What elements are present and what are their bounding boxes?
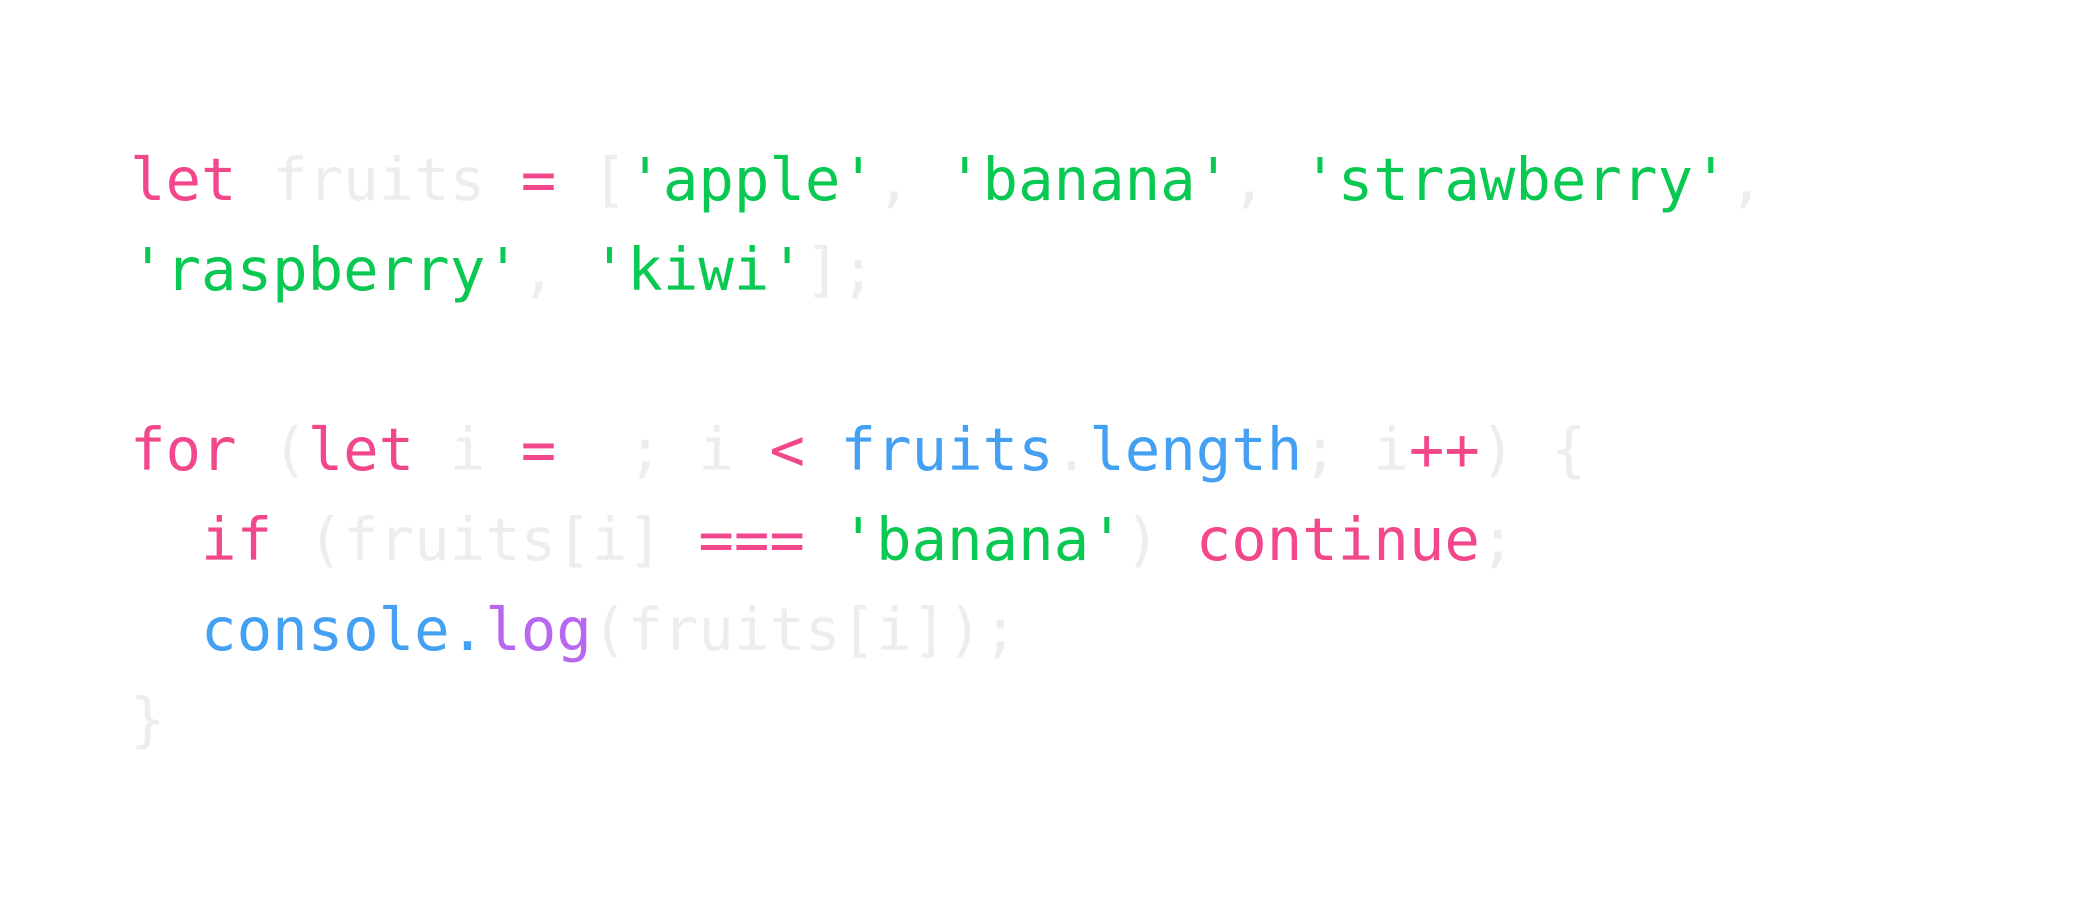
code-token-muted [130, 505, 201, 574]
code-token-op: ++ [1408, 415, 1480, 484]
code-token-kw: let [307, 415, 415, 484]
code-token-kw: if [201, 505, 273, 574]
code-token-muted: (fruits[i] [272, 505, 699, 574]
code-token-muted: ; i [556, 415, 770, 484]
code-token-str: 'apple' [627, 145, 876, 214]
code-token-str: 'kiwi' [591, 235, 805, 304]
code-token-muted: (fruits[i]); [591, 595, 1019, 664]
code-token-op: = [520, 415, 557, 484]
code-token-muted: } [130, 685, 166, 754]
code-token-muted: , [1231, 145, 1303, 214]
code-snippet: let fruits = ['apple', 'banana', 'strawb… [130, 135, 1764, 765]
code-token-op: < [769, 415, 805, 484]
code-token-prop: length [1089, 415, 1303, 484]
code-token-muted: [ [556, 145, 628, 214]
code-line: } [130, 675, 1764, 765]
code-line: let fruits = ['apple', 'banana', 'strawb… [130, 135, 1764, 225]
code-line: console.log(fruits[i]); [130, 585, 1764, 675]
code-token-muted: i [414, 415, 521, 484]
code-token-kw: for [130, 415, 237, 484]
code-token-str: 'raspberry' [130, 235, 521, 304]
code-token-muted: ; i [1302, 415, 1409, 484]
code-token-muted: . [1053, 415, 1090, 484]
code-token-muted: ]; [804, 235, 876, 304]
code-token-str: 'banana' [840, 505, 1125, 574]
code-token-muted: , [1728, 145, 1765, 214]
code-token-kw: let [130, 145, 237, 214]
code-token-kw: continue [1195, 505, 1480, 574]
code-line: for (let i = ; i < fruits.length; i++) { [130, 405, 1764, 495]
code-token-str: 'banana' [947, 145, 1232, 214]
code-token-muted: ( [236, 415, 308, 484]
code-token-muted: ) { [1479, 415, 1587, 484]
code-token-muted: , [520, 235, 592, 304]
code-token-muted: fruits [236, 145, 521, 214]
code-token-op: = [520, 145, 557, 214]
code-line: 'raspberry', 'kiwi']; [130, 225, 1764, 315]
code-token-prop: console [201, 595, 450, 664]
code-token-op: === [698, 505, 805, 574]
code-token-muted: , [875, 145, 948, 214]
code-token-muted [805, 505, 841, 574]
code-line: if (fruits[i] === 'banana') continue; [130, 495, 1764, 585]
code-token-fn: log [485, 595, 592, 664]
code-token-muted [130, 595, 201, 664]
code-token-prop: . [449, 595, 486, 664]
code-token-prop: fruits [840, 415, 1054, 484]
code-token-muted [805, 415, 841, 484]
code-token-muted: ) [1124, 505, 1196, 574]
code-token-str: 'strawberry' [1302, 145, 1729, 214]
code-token-muted: ; [1479, 505, 1516, 574]
